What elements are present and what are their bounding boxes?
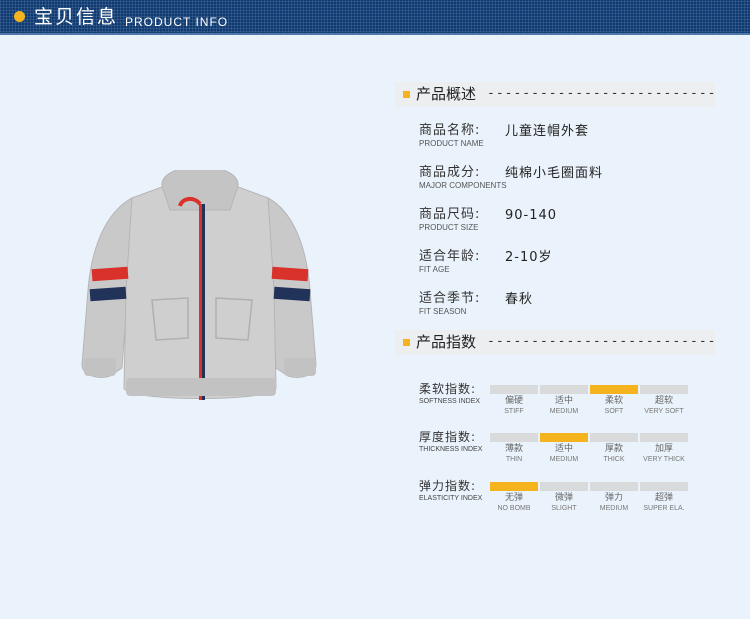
level-sub-label: MEDIUM [549, 456, 579, 463]
index-levels: 薄款 THIN 适中 MEDIUM 厚款 THICK 加厚 VERY THICK [490, 433, 690, 473]
level-sub-label: NO BOMB [497, 505, 531, 512]
level-sub-label: SUPER ELA. [643, 505, 685, 512]
level-label: 适中 [554, 396, 573, 406]
header-title: 宝贝信息 [34, 6, 119, 28]
info-sub-label: PRODUCT SIZE [419, 223, 479, 232]
index-sub-label: SOFTNESS INDEX [419, 398, 481, 405]
level-sub-label: SLIGHT [551, 505, 577, 512]
overview-dashes: -------------------------- [487, 86, 717, 101]
info-row-components: 商品成分: MAJOR COMPONENTS 纯棉小毛圈面料 [419, 165, 719, 199]
info-value: 90-140 [505, 208, 558, 223]
index-sub-label: THICKNESS INDEX [419, 446, 483, 453]
index-level: 超软 VERY SOFT [640, 385, 688, 425]
level-sub-label: THICK [603, 456, 625, 463]
level-label: 厚款 [604, 444, 623, 454]
header-subtitle: PRODUCT INFO [125, 15, 229, 29]
info-label: 商品尺码: [419, 207, 481, 222]
info-label: 适合年龄: [419, 249, 481, 264]
level-bar [590, 482, 638, 491]
index-level: 厚款 THICK [590, 433, 638, 473]
level-bar [540, 385, 588, 394]
index-level: 偏硬 STIFF [490, 385, 538, 425]
info-row-product-name: 商品名称: PRODUCT NAME 儿童连帽外套 [419, 123, 719, 157]
level-bar [490, 482, 538, 491]
level-bar [540, 433, 588, 442]
hoodie-jacket-icon [81, 166, 317, 400]
info-label: 商品成分: [419, 165, 481, 180]
info-label: 适合季节: [419, 291, 481, 306]
header-divider [0, 33, 750, 35]
index-label: 厚度指数: [419, 430, 477, 444]
index-level: 加厚 VERY THICK [640, 433, 688, 473]
level-label: 弹力 [604, 493, 623, 503]
level-sub-label: THIN [505, 456, 523, 463]
level-sub-label: VERY THICK [643, 456, 685, 463]
level-label: 无弹 [504, 493, 523, 503]
level-label: 薄款 [504, 444, 523, 454]
info-label: 商品名称: [419, 123, 481, 138]
overview-title: 产品概述 [416, 85, 477, 103]
index-level: 无弹 NO BOMB [490, 482, 538, 522]
level-sub-label: SOFT [604, 408, 624, 415]
level-label: 适中 [554, 444, 573, 454]
level-label: 柔软 [604, 396, 623, 406]
index-levels: 无弹 NO BOMB 微弹 SLIGHT 弹力 MEDIUM 超弹 SUPER ELA. [490, 482, 690, 522]
info-row-size: 商品尺码: PRODUCT SIZE 90-140 [419, 207, 719, 241]
index-row-thickness: 厚度指数: THICKNESS INDEX 薄款 THIN 适中 MEDIUM 厚款… [419, 430, 719, 470]
info-sub-label: FIT AGE [419, 265, 450, 274]
index-level: 微弹 SLIGHT [540, 482, 588, 522]
info-row-fit-season: 适合季节: FIT SEASON 春秋 [419, 291, 719, 325]
level-label: 微弹 [554, 493, 573, 503]
index-level: 柔软 SOFT [590, 385, 638, 425]
index-dashes: -------------------------- [487, 334, 717, 349]
product-image [70, 166, 330, 420]
index-level: 弹力 MEDIUM [590, 482, 638, 522]
info-sub-label: FIT SEASON [419, 307, 467, 316]
level-bar [590, 433, 638, 442]
index-row-softness: 柔软指数: SOFTNESS INDEX 偏硬 STIFF 适中 MEDIUM 柔软… [419, 382, 719, 422]
level-bar [490, 433, 538, 442]
square-bullet-icon [403, 339, 410, 346]
info-value: 纯棉小毛圈面料 [505, 166, 604, 181]
page-header: 宝贝信息 PRODUCT INFO [0, 0, 750, 35]
header-dot-icon [14, 11, 25, 22]
info-value: 春秋 [505, 292, 534, 307]
level-bar [540, 482, 588, 491]
level-sub-label: VERY SOFT [644, 408, 684, 415]
index-row-elasticity: 弹力指数: ELASTICITY INDEX 无弹 NO BOMB 微弹 SLIGH… [419, 479, 719, 519]
level-label: 偏硬 [504, 396, 523, 406]
level-label: 超软 [654, 396, 673, 406]
info-row-fit-age: 适合年龄: FIT AGE 2-10岁 [419, 249, 719, 283]
info-sub-label: MAJOR COMPONENTS [419, 181, 507, 190]
index-levels: 偏硬 STIFF 适中 MEDIUM 柔软 SOFT 超软 VERY SOFT [490, 385, 690, 425]
index-level: 适中 MEDIUM [540, 385, 588, 425]
level-bar [640, 385, 688, 394]
level-label: 加厚 [654, 444, 673, 454]
level-bar [590, 385, 638, 394]
index-level: 适中 MEDIUM [540, 433, 588, 473]
level-bar [640, 433, 688, 442]
info-sub-label: PRODUCT NAME [419, 139, 484, 148]
index-level: 薄款 THIN [490, 433, 538, 473]
level-bar [490, 385, 538, 394]
index-section-header: 产品指数 -------------------------- [395, 330, 717, 355]
index-label: 柔软指数: [419, 382, 477, 396]
level-sub-label: STIFF [504, 408, 524, 415]
index-label: 弹力指数: [419, 479, 477, 493]
info-value: 儿童连帽外套 [505, 124, 590, 139]
level-label: 超弹 [654, 493, 673, 503]
level-sub-label: MEDIUM [549, 408, 579, 415]
square-bullet-icon [403, 91, 410, 98]
index-sub-label: ELASTICITY INDEX [419, 495, 483, 502]
info-value: 2-10岁 [505, 250, 553, 265]
index-title: 产品指数 [416, 333, 477, 351]
overview-section-header: 产品概述 -------------------------- [395, 82, 717, 107]
level-bar [640, 482, 688, 491]
index-level: 超弹 SUPER ELA. [640, 482, 688, 522]
level-sub-label: MEDIUM [599, 505, 629, 512]
